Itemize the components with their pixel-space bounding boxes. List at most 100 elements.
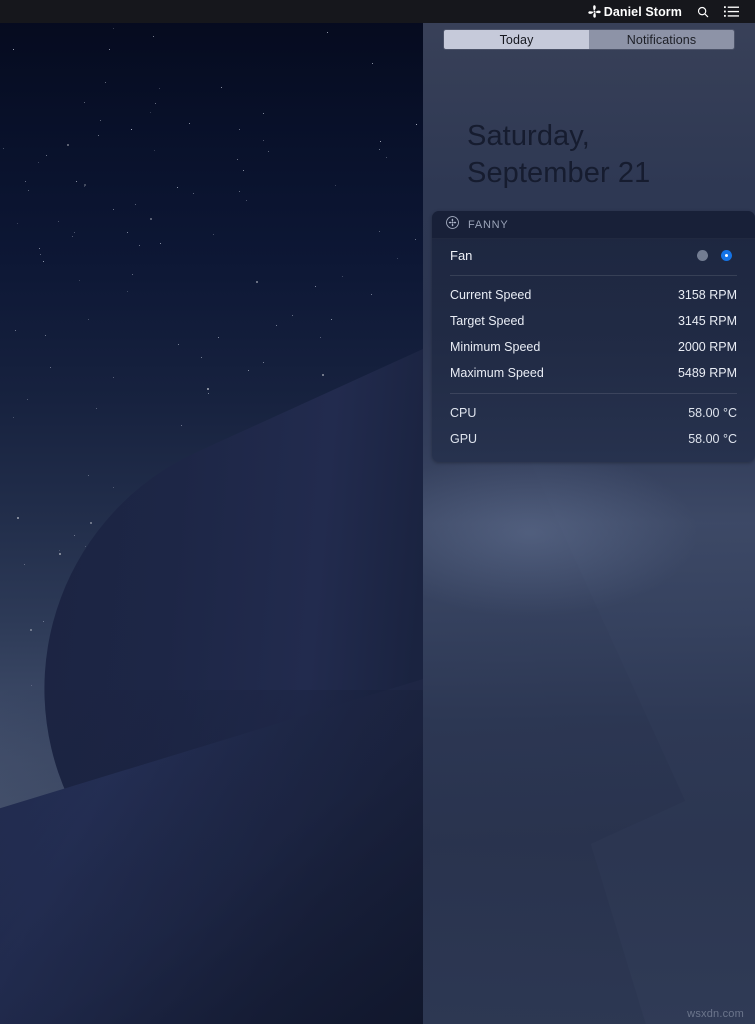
fanny-widget-body: Fan Current Speed 3158 RPM Target Speed … — [432, 239, 755, 452]
star — [84, 185, 86, 187]
star — [44, 334, 46, 336]
fan-indicator-dot-1[interactable] — [697, 250, 708, 261]
star — [30, 685, 32, 687]
star — [319, 336, 321, 338]
star — [160, 242, 162, 244]
star — [178, 343, 180, 345]
star — [378, 231, 380, 233]
star — [43, 620, 45, 622]
star — [379, 149, 381, 151]
star — [66, 143, 69, 146]
star — [217, 336, 219, 338]
tab-today[interactable]: Today — [444, 30, 589, 49]
stat-row-gpu-temp: GPU 58.00 °C — [450, 426, 737, 452]
stat-label: Maximum Speed — [450, 366, 544, 380]
star — [89, 522, 92, 525]
star — [39, 248, 41, 250]
stat-value: 3145 RPM — [677, 314, 737, 328]
star — [181, 425, 183, 427]
stat-label: Current Speed — [450, 288, 532, 302]
star — [153, 36, 155, 38]
star — [262, 139, 264, 141]
fan-page-indicator[interactable] — [697, 250, 737, 261]
menu-bar: Daniel Storm — [0, 0, 755, 23]
star — [149, 218, 152, 221]
star — [50, 366, 52, 368]
stat-value: 2000 RPM — [677, 340, 737, 354]
star — [243, 169, 245, 171]
star — [12, 416, 14, 418]
star — [126, 290, 128, 292]
star — [108, 49, 110, 51]
star — [46, 154, 48, 156]
date-line-monthday: September 21 — [467, 157, 651, 189]
star — [73, 535, 75, 537]
star — [43, 261, 45, 263]
star — [154, 149, 156, 151]
dune-shadow — [0, 690, 430, 1024]
segmented-control[interactable]: Today Notifications — [443, 29, 735, 50]
star — [113, 487, 115, 489]
star — [27, 190, 29, 192]
star — [88, 319, 90, 320]
notification-center-tabbar: Today Notifications — [423, 23, 755, 56]
stat-row-current-speed: Current Speed 3158 RPM — [450, 282, 737, 308]
star — [267, 151, 269, 153]
star — [213, 234, 215, 236]
star — [221, 87, 223, 89]
star — [58, 552, 61, 555]
stat-row-minimum-speed: Minimum Speed 2000 RPM — [450, 334, 737, 360]
star — [17, 223, 19, 225]
star — [135, 203, 137, 205]
star — [30, 628, 33, 631]
star — [385, 157, 387, 159]
stat-value: 5489 RPM — [677, 366, 737, 380]
fan-icon[interactable] — [581, 0, 602, 23]
star — [255, 280, 258, 283]
star — [131, 128, 133, 130]
tab-notifications[interactable]: Notifications — [589, 30, 734, 49]
notification-center-icon[interactable] — [717, 0, 746, 23]
search-icon-svg — [697, 6, 709, 17]
star — [276, 324, 278, 326]
menubar-user-name[interactable]: Daniel Storm — [602, 0, 689, 23]
star — [12, 48, 14, 50]
star — [326, 31, 328, 33]
fan-icon — [446, 215, 459, 234]
star — [416, 124, 418, 126]
stat-value: 3158 RPM — [677, 288, 737, 302]
star — [71, 236, 73, 238]
separator-top — [450, 275, 737, 276]
star — [380, 140, 382, 142]
star — [58, 220, 60, 222]
notification-center-panel: Today Notifications Saturday, September … — [423, 23, 755, 1024]
fanny-widget[interactable]: FANNY Fan Current Speed 3158 RPM Target — [432, 211, 755, 462]
screen: Daniel Storm Today Notifications Saturda… — [0, 0, 755, 1024]
star — [27, 399, 29, 401]
star — [397, 257, 399, 259]
star — [132, 274, 134, 276]
star — [201, 357, 203, 359]
fan-indicator-dot-2[interactable] — [721, 250, 732, 261]
star — [263, 113, 265, 114]
star — [113, 208, 115, 210]
stat-label: Minimum Speed — [450, 340, 541, 354]
star — [113, 377, 115, 379]
watermark: wsxdn.com — [687, 1008, 744, 1020]
star — [76, 180, 78, 182]
separator-bottom — [450, 393, 737, 394]
fan-icon-svg — [587, 5, 601, 18]
star — [158, 87, 160, 89]
star — [192, 193, 194, 195]
star — [239, 129, 240, 131]
star — [3, 148, 5, 150]
search-icon[interactable] — [689, 0, 717, 23]
star — [40, 254, 42, 256]
star — [208, 393, 210, 395]
stat-label: Target Speed — [450, 314, 525, 328]
star — [99, 119, 101, 121]
star — [74, 232, 76, 234]
stat-value: 58.00 °C — [688, 406, 737, 420]
star — [248, 370, 250, 372]
fan-label: Fan — [450, 248, 473, 263]
